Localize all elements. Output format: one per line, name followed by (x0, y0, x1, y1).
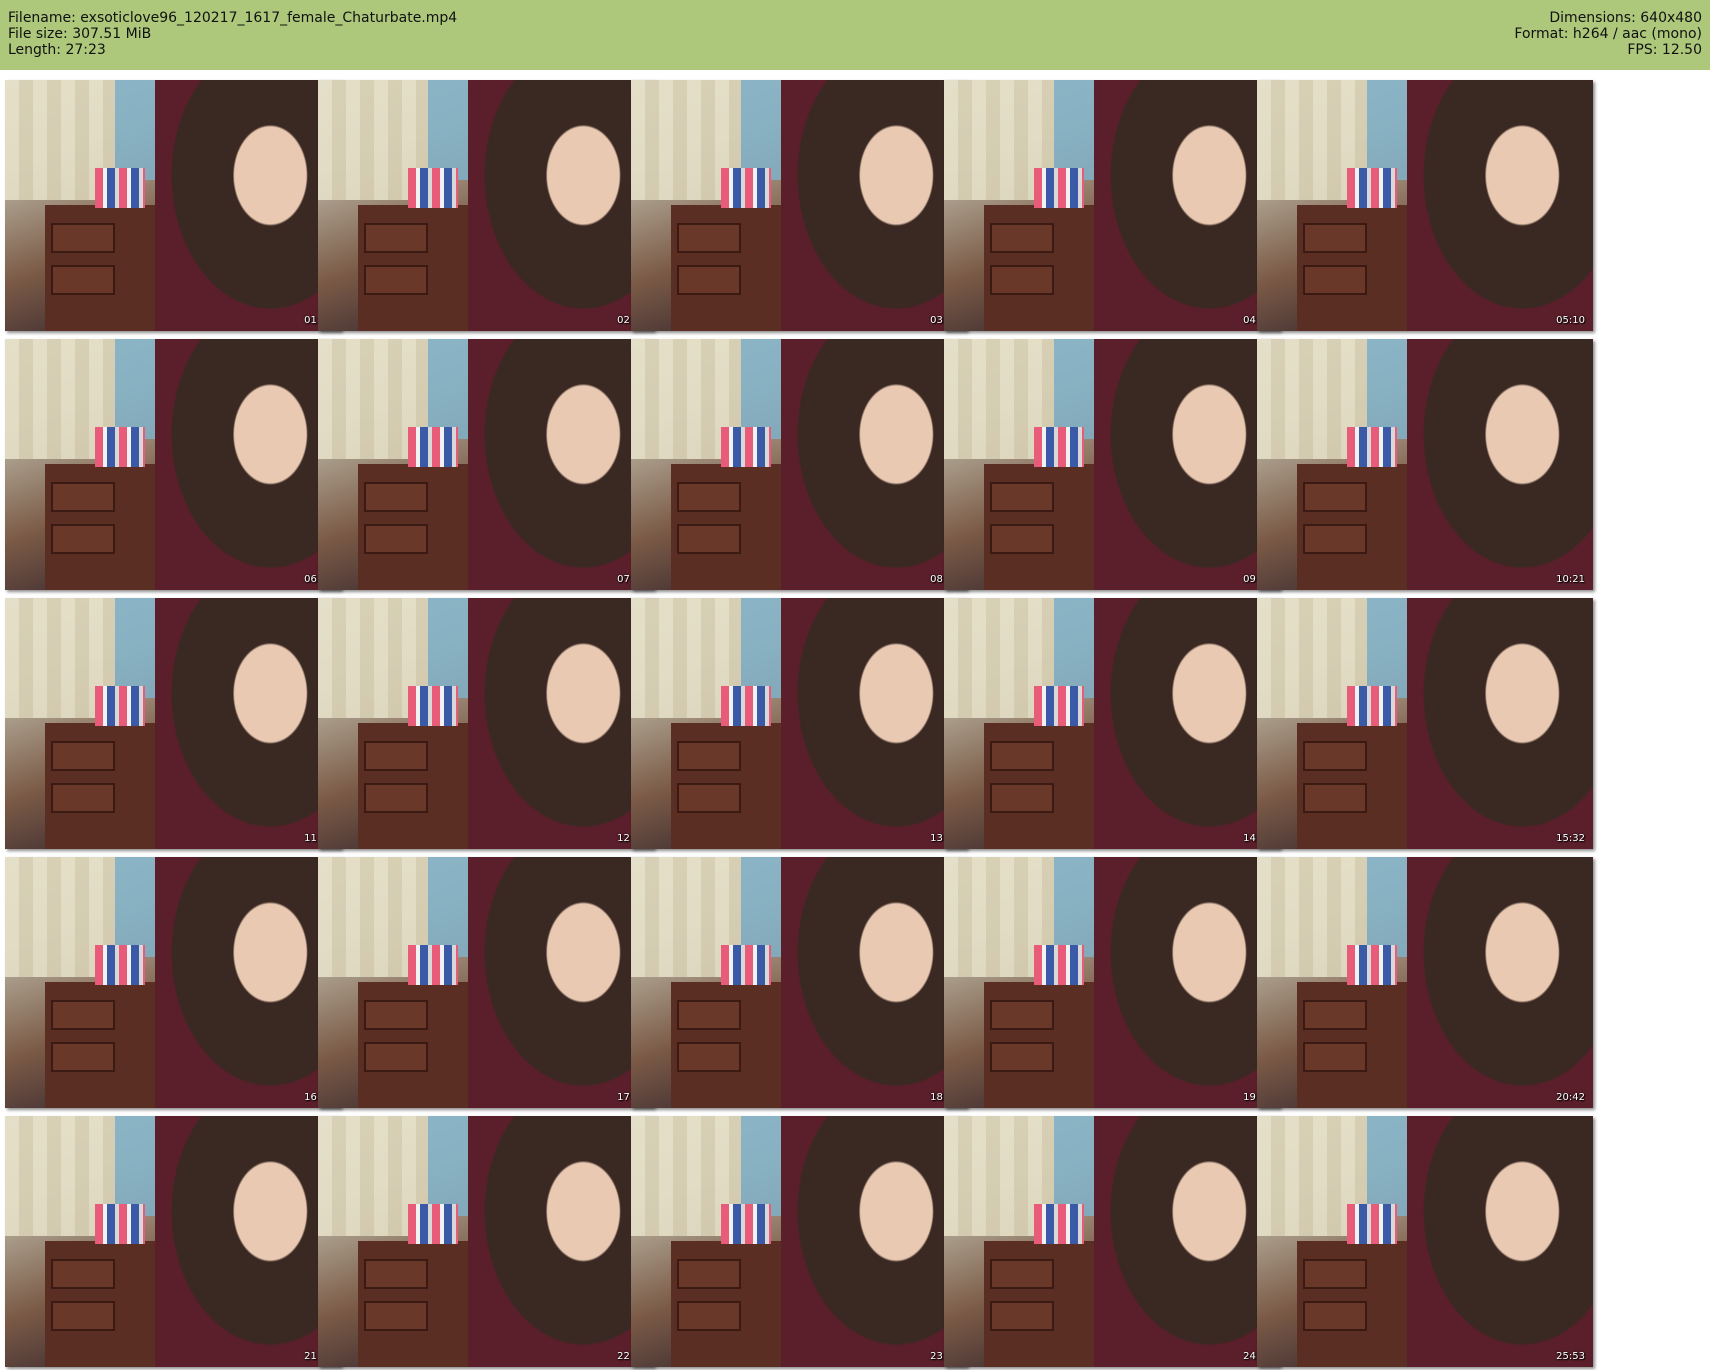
thumbnail-frame: 16:34 (5, 857, 341, 1108)
thumbnail-person (1407, 1116, 1593, 1367)
thumbnail-bottles (1347, 945, 1397, 985)
thumbnail-frame: 01:02 (5, 80, 341, 331)
thumbnail-bottles (1034, 686, 1084, 726)
thumbnail-frame: 15:32 (1257, 598, 1593, 849)
thumbnail-frame: 17:36 (318, 857, 654, 1108)
thumbnail-bottles (1034, 1204, 1084, 1244)
thumbnail-bottles (1034, 945, 1084, 985)
thumbnail-bottles (1034, 168, 1084, 208)
thumbnail-frame: 21:44 (5, 1116, 341, 1367)
thumbnail-bottles (1347, 427, 1397, 467)
file-info: Filename: exsoticlove96_120217_1617_fema… (8, 10, 457, 58)
thumbnail-bottles (721, 168, 771, 208)
thumbnail-person (1407, 339, 1593, 590)
timestamp-label: 15:32 (1556, 833, 1585, 844)
thumbnail-person (155, 80, 341, 331)
thumbnail-person (468, 80, 654, 331)
thumbnail-bottles (1347, 168, 1397, 208)
thumbnail-bottles (95, 168, 145, 208)
thumbnail-bottles (1347, 1204, 1397, 1244)
thumbnail-person (1407, 598, 1593, 849)
dimensions-text: Dimensions: 640x480 (1549, 10, 1702, 26)
thumbnail-frame: 12:25 (318, 598, 654, 849)
thumbnail-frame: 11:23 (5, 598, 341, 849)
thumbnail-frame: 23:49 (631, 1116, 967, 1367)
thumbnail-bottles (408, 427, 458, 467)
info-header: Filename: exsoticlove96_120217_1617_fema… (0, 0, 1710, 70)
thumbnail-frame: 04:08 (944, 80, 1280, 331)
timestamp-label: 05:10 (1556, 315, 1585, 326)
thumbnail-person (781, 339, 967, 590)
timestamp-label: 20:42 (1556, 1092, 1585, 1103)
thumbnail-person (1094, 598, 1280, 849)
thumbnail-frame: 10:21 (1257, 339, 1593, 590)
thumbnail-bottles (721, 427, 771, 467)
file-size-text: File size: 307.51 MiB (8, 26, 152, 42)
thumbnail-frame: 22:47 (318, 1116, 654, 1367)
thumbnail-bottles (95, 686, 145, 726)
thumbnail-person (468, 339, 654, 590)
thumbnail-bottles (1347, 686, 1397, 726)
thumbnail-bottles (408, 168, 458, 208)
thumbnail-frame: 06:12 (5, 339, 341, 590)
length-text: Length: 27:23 (8, 42, 106, 58)
thumbnail-frame: 08:17 (631, 339, 967, 590)
thumbnail-bottles (95, 945, 145, 985)
thumbnail-person (1094, 339, 1280, 590)
thumbnail-person (1407, 857, 1593, 1108)
thumbnail-frame: 07:14 (318, 339, 654, 590)
thumbnail-person (781, 598, 967, 849)
thumbnail-frame: 02:04 (318, 80, 654, 331)
thumbnail-person (781, 1116, 967, 1367)
thumbnail-person (1407, 80, 1593, 331)
thumbnail-person (468, 598, 654, 849)
thumbnail-bottles (408, 1204, 458, 1244)
thumbnail-frame: 18:38 (631, 857, 967, 1108)
fps-text: FPS: 12.50 (1627, 42, 1702, 58)
thumbnail-person (1094, 1116, 1280, 1367)
thumbnail-person (468, 1116, 654, 1367)
thumbnail-person (468, 857, 654, 1108)
thumbnail-person (155, 857, 341, 1108)
thumbnail-person (781, 857, 967, 1108)
thumbnail-bottles (408, 945, 458, 985)
timestamp-label: 25:53 (1556, 1351, 1585, 1362)
timestamp-label: 10:21 (1556, 574, 1585, 585)
thumbnail-bottles (1034, 427, 1084, 467)
thumbnail-frame: 20:42 (1257, 857, 1593, 1108)
thumbnail-frame: 13:27 (631, 598, 967, 849)
thumbnail-person (1094, 857, 1280, 1108)
thumbnail-grid: 01:0202:0403:0604:08 05:10 06:1207:1408:17… (0, 70, 1710, 1370)
thumbnail-person (155, 339, 341, 590)
thumbnail-frame: 14:29 (944, 598, 1280, 849)
thumbnail-frame: 09:19 (944, 339, 1280, 590)
thumbnail-bottles (95, 1204, 145, 1244)
thumbnail-person (781, 80, 967, 331)
thumbnail-bottles (408, 686, 458, 726)
thumbnail-frame: 25:53 (1257, 1116, 1593, 1367)
thumbnail-frame: 05:10 (1257, 80, 1593, 331)
video-info: Dimensions: 640x480 Format: h264 / aac (… (1514, 10, 1702, 58)
thumbnail-person (155, 1116, 341, 1367)
format-text: Format: h264 / aac (mono) (1514, 26, 1702, 42)
thumbnail-bottles (721, 945, 771, 985)
thumbnail-person (1094, 80, 1280, 331)
thumbnail-bottles (721, 686, 771, 726)
thumbnail-frame: 03:06 (631, 80, 967, 331)
thumbnail-bottles (721, 1204, 771, 1244)
thumbnail-bottles (95, 427, 145, 467)
filename-text: Filename: exsoticlove96_120217_1617_fema… (8, 10, 458, 26)
thumbnail-frame: 24:51 (944, 1116, 1280, 1367)
thumbnail-frame: 19:40 (944, 857, 1280, 1108)
thumbnail-person (155, 598, 341, 849)
